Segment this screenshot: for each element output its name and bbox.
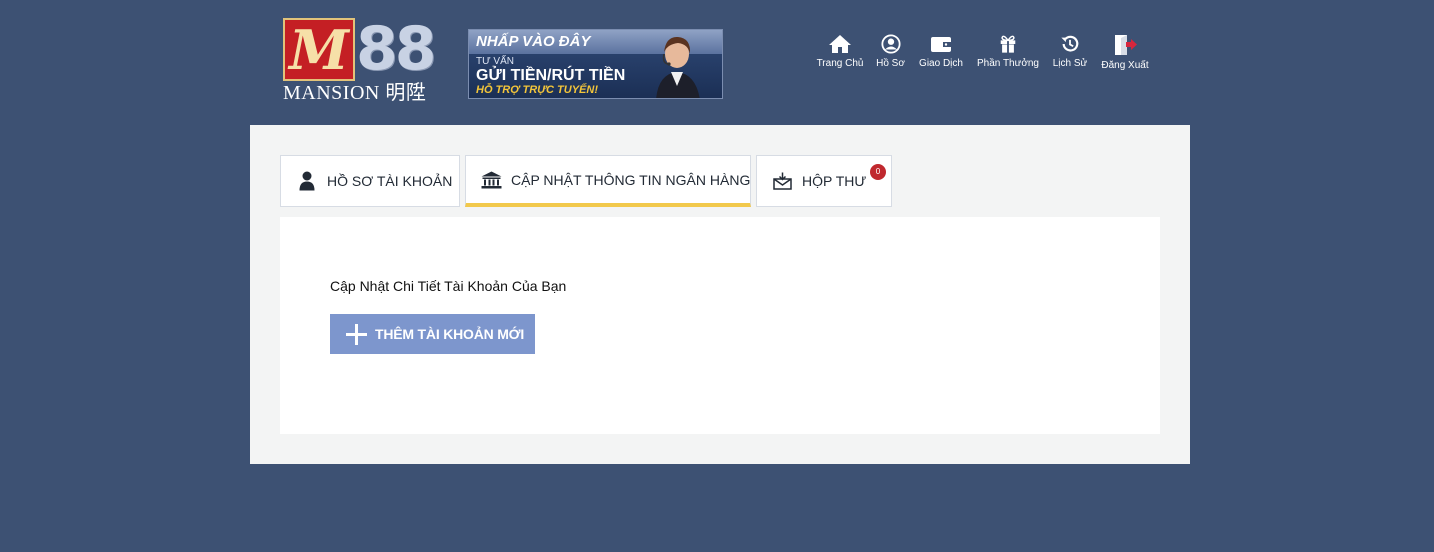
tab-label: CẬP NHẬT THÔNG TIN NGÂN HÀNG — [511, 171, 751, 188]
nav-home[interactable]: Trang Chủ — [812, 34, 868, 74]
nav-history[interactable]: Lịch Sử — [1047, 34, 1093, 74]
nav-logout[interactable]: Đăng Xuất — [1093, 34, 1157, 74]
nav-profile[interactable]: Hồ Sơ — [868, 34, 913, 74]
nav-rewards[interactable]: Phần Thưởng — [969, 34, 1047, 74]
plus-icon — [346, 323, 367, 345]
account-panel: HỒ SƠ TÀI KHOẢN CẬP NHẬT THÔNG TIN NGÂN … — [250, 125, 1190, 464]
m88-logo[interactable]: M 88 MANSION 明陞 — [283, 14, 436, 104]
nav-label: Đăng Xuất — [1101, 60, 1149, 71]
banner-headline: NHẤP VÀO ĐÂY — [476, 33, 591, 50]
nav-label: Lịch Sử — [1052, 58, 1088, 69]
logo-mark-letter: M — [289, 17, 349, 82]
support-banner[interactable]: NHẤP VÀO ĐÂY TƯ VẤN GỬI TIỀN/RÚT TIỀN HỖ… — [468, 29, 723, 99]
logo-wordmark: MANSION 明陞 — [283, 82, 427, 104]
nav-label: Phần Thưởng — [977, 58, 1039, 69]
nav-label: Hồ Sơ — [876, 58, 905, 69]
tab-account-profile[interactable]: HỒ SƠ TÀI KHOẢN — [280, 155, 460, 207]
nav-transactions[interactable]: Giao Dịch — [913, 34, 969, 74]
section-title: Cập Nhật Chi Tiết Tài Khoản Của Bạn — [330, 278, 567, 294]
user-icon — [299, 171, 315, 191]
support-agent-image — [656, 36, 700, 98]
wallet-icon — [931, 37, 951, 52]
tab-label: HỘP THƯ — [802, 173, 867, 189]
bank-icon — [481, 171, 502, 189]
nav-label: Trang Chủ — [816, 58, 864, 69]
banner-main-text: GỬI TIỀN/RÚT TIỀN — [476, 67, 626, 84]
logo-digits: 88 — [356, 14, 436, 84]
profile-icon — [880, 34, 901, 54]
logo-mark: M — [283, 18, 355, 81]
add-new-account-button[interactable]: THÊM TÀI KHOẢN MỚI — [330, 314, 535, 354]
unread-count-badge: 0 — [870, 164, 886, 180]
banner-tagline: HỖ TRỢ TRỰC TUYẾN! — [476, 84, 598, 96]
home-icon — [829, 35, 851, 53]
gift-icon — [1000, 35, 1016, 54]
top-navigation: Trang Chủ Hồ Sơ Giao Dịch Phần Thưởng Lị… — [812, 34, 1157, 74]
mail-icon — [773, 172, 792, 190]
tab-label: HỒ SƠ TÀI KHOẢN — [327, 173, 453, 189]
bank-info-content: Cập Nhật Chi Tiết Tài Khoản Của Bạn THÊM… — [280, 217, 1160, 434]
logout-icon — [1115, 35, 1137, 55]
tab-inbox[interactable]: HỘP THƯ 0 — [756, 155, 892, 207]
tab-bank-info[interactable]: CẬP NHẬT THÔNG TIN NGÂN HÀNG — [465, 155, 751, 207]
button-label: THÊM TÀI KHOẢN MỚI — [375, 326, 525, 342]
history-icon — [1061, 35, 1079, 52]
nav-label: Giao Dịch — [919, 58, 963, 69]
